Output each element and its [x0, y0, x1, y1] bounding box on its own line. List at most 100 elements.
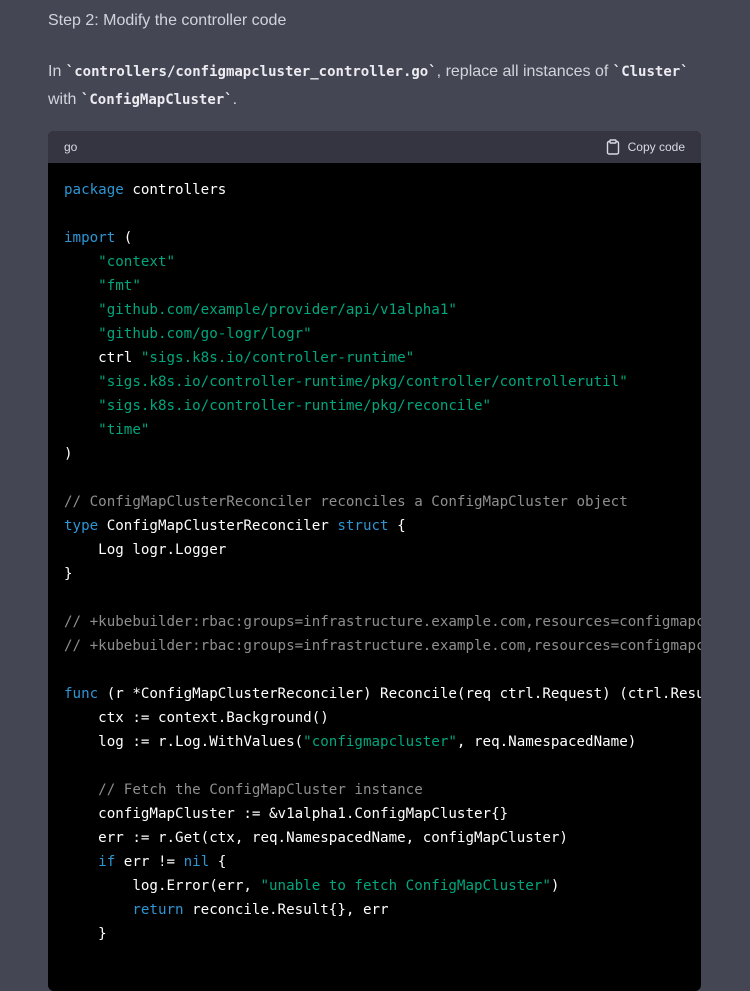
code-token: } [64, 926, 107, 942]
code-token: // +kubebuilder:rbac:groups=infrastructu… [64, 638, 701, 654]
code-line: ) [64, 442, 685, 466]
code-token: "sigs.k8s.io/controller-runtime" [140, 350, 415, 366]
code-token: ctx := context.Background() [64, 710, 329, 726]
code-line: "sigs.k8s.io/controller-runtime/pkg/reco… [64, 394, 685, 418]
code-token: type [64, 518, 99, 534]
code-token: // ConfigMapClusterReconciler reconciles… [64, 494, 628, 510]
code-token: configMapCluster := &v1alpha1.ConfigMapC… [64, 806, 509, 822]
code-token: "sigs.k8s.io/controller-runtime/pkg/cont… [98, 374, 628, 390]
code-token: ctrl [64, 350, 141, 366]
code-token: ( [115, 230, 133, 246]
code-token: nil [183, 854, 210, 870]
code-token: reconcile.Result{}, err [183, 902, 389, 918]
code-line: "time" [64, 418, 685, 442]
copy-code-button[interactable]: Copy code [606, 139, 685, 155]
code-token: err := r.Get(ctx, req.NamespacedName, co… [64, 830, 568, 846]
desc-prefix: In [48, 63, 66, 80]
code-token: import [64, 230, 116, 246]
desc-with: with [48, 91, 81, 108]
code-line: // Fetch the ConfigMapCluster instance [64, 778, 685, 802]
code-token: "context" [98, 254, 176, 270]
code-token: log.Error(err, [64, 878, 261, 894]
code-token: { [209, 854, 227, 870]
code-line: if err != nil { [64, 850, 685, 874]
desc-suffix: . [232, 91, 238, 108]
code-token: func [64, 686, 99, 702]
code-content: package controllers import ( "context" "… [48, 163, 701, 946]
code-line: "github.com/example/provider/api/v1alpha… [64, 298, 685, 322]
code-language-label: go [64, 140, 78, 154]
code-token: (r *ConfigMapClusterReconciler) Reconcil… [98, 686, 701, 702]
code-line: // +kubebuilder:rbac:groups=infrastructu… [64, 634, 701, 658]
code-line: configMapCluster := &v1alpha1.ConfigMapC… [64, 802, 685, 826]
code-token: struct [337, 518, 389, 534]
code-line: "fmt" [64, 274, 685, 298]
code-token: if [98, 854, 116, 870]
code-line: type ConfigMapClusterReconciler struct { [64, 514, 685, 538]
code-line: func (r *ConfigMapClusterReconciler) Rec… [64, 682, 701, 706]
old-name-code: `Cluster` [612, 64, 689, 80]
copy-code-label: Copy code [627, 140, 685, 154]
code-token: "fmt" [98, 278, 141, 294]
code-header: go Copy code [48, 131, 701, 163]
code-token: err != [115, 854, 184, 870]
new-name-code: `ConfigMapCluster` [80, 92, 233, 108]
code-line: import ( [64, 226, 685, 250]
code-line: "github.com/go-logr/logr" [64, 322, 685, 346]
code-token: // +kubebuilder:rbac:groups=infrastructu… [64, 614, 701, 630]
code-token: "unable to fetch ConfigMapCluster" [260, 878, 551, 894]
code-token: log := r.Log.WithValues( [64, 734, 304, 750]
code-token: "github.com/go-logr/logr" [98, 326, 312, 342]
code-token: package [64, 182, 124, 198]
code-line: } [64, 922, 685, 946]
code-token: } [64, 566, 73, 582]
code-line: ctrl "sigs.k8s.io/controller-runtime" [64, 346, 685, 370]
code-line: return reconcile.Result{}, err [64, 898, 685, 922]
code-line: "context" [64, 250, 685, 274]
code-token: "configmapcluster" [303, 734, 457, 750]
code-token: { [388, 518, 406, 534]
code-block: go Copy code package controllers import … [48, 131, 701, 991]
code-token: "github.com/example/provider/api/v1alpha… [98, 302, 457, 318]
code-token: controllers [123, 182, 227, 198]
code-token: , req.NamespacedName) [456, 734, 637, 750]
instruction-paragraph: In `controllers/configmapcluster_control… [48, 58, 708, 114]
code-token: ) [64, 446, 73, 462]
code-token: // Fetch the ConfigMapCluster instance [98, 782, 423, 798]
code-line: ctx := context.Background() [64, 706, 685, 730]
code-line: // +kubebuilder:rbac:groups=infrastructu… [64, 610, 701, 634]
file-path-code: `controllers/configmapcluster_controller… [65, 64, 437, 80]
code-token: ConfigMapClusterReconciler [98, 518, 338, 534]
code-line: } [64, 562, 685, 586]
code-line: package controllers [64, 178, 685, 202]
clipboard-icon [606, 139, 620, 155]
code-line: err := r.Get(ctx, req.NamespacedName, co… [64, 826, 685, 850]
code-line: // ConfigMapClusterReconciler reconciles… [64, 490, 685, 514]
code-token: "sigs.k8s.io/controller-runtime/pkg/reco… [98, 398, 492, 414]
desc-middle: , replace all instances of [436, 63, 613, 80]
code-token: ) [550, 878, 560, 894]
code-line: Log logr.Logger [64, 538, 685, 562]
code-token: "time" [98, 422, 150, 438]
code-line: log.Error(err, "unable to fetch ConfigMa… [64, 874, 685, 898]
code-token: return [132, 902, 184, 918]
code-line: "sigs.k8s.io/controller-runtime/pkg/cont… [64, 370, 685, 394]
step-title: Step 2: Modify the controller code [48, 12, 287, 29]
code-token: Log logr.Logger [64, 542, 227, 558]
code-line: log := r.Log.WithValues("configmapcluste… [64, 730, 685, 754]
